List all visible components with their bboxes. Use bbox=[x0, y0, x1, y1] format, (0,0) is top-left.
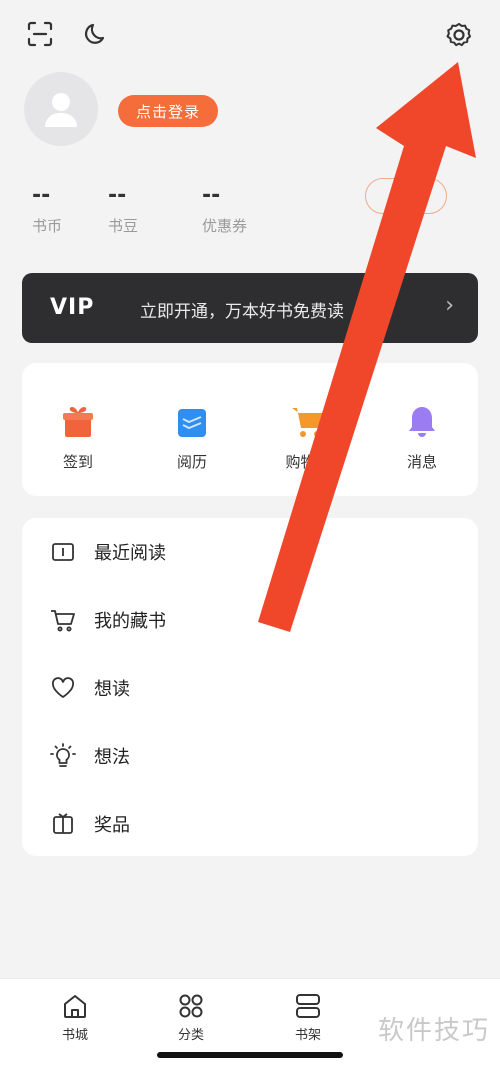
annotation-arrow bbox=[258, 62, 476, 632]
tab-label: 书架 bbox=[294, 1028, 321, 1043]
home-icon bbox=[64, 995, 86, 1018]
home-indicator bbox=[157, 1052, 343, 1058]
bookshelf-icon bbox=[296, 994, 320, 1018]
category-grid-icon bbox=[179, 994, 203, 1018]
tab-bookshelf[interactable]: 书架 bbox=[273, 991, 343, 1043]
watermark-text: 软件技巧 bbox=[377, 1016, 490, 1046]
tab-label: 分类 bbox=[177, 1028, 204, 1043]
tab-label: 书城 bbox=[61, 1028, 88, 1043]
tab-bookstore[interactable]: 书城 bbox=[40, 991, 110, 1043]
tab-category[interactable]: 分类 bbox=[156, 991, 226, 1043]
